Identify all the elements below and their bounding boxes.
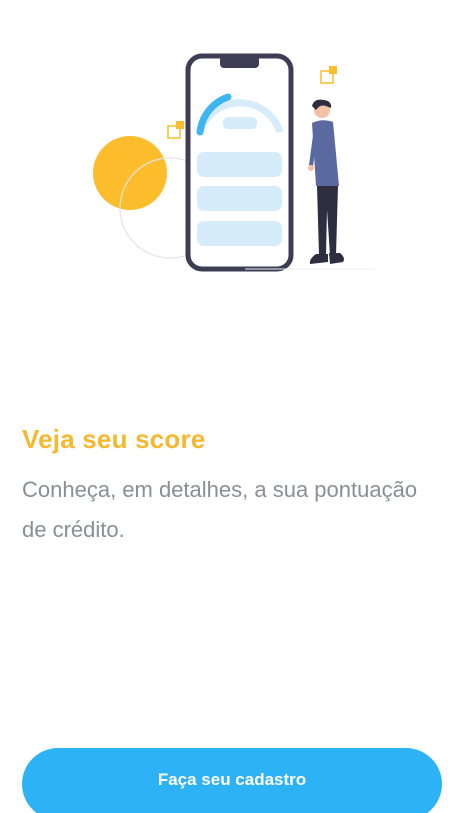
list-placeholder	[197, 221, 282, 246]
square-left-filled	[176, 121, 184, 129]
page-title: Veja seu score	[22, 424, 206, 454]
person-figure	[308, 99, 344, 264]
page-description: Conheça, em detalhes, a sua pontuação de…	[22, 477, 418, 542]
square-right-filled	[329, 66, 337, 74]
score-value-placeholder	[223, 117, 257, 129]
yellow-circle-shape	[93, 136, 167, 210]
list-placeholder	[197, 186, 282, 211]
signup-button[interactable]: Faça seu cadastro	[22, 748, 442, 813]
phone-score-illustration-icon	[93, 53, 375, 272]
onboarding-screen: Veja seu score Conheça, em detalhes, a s…	[0, 0, 474, 813]
list-placeholder	[197, 152, 282, 177]
phone-notch	[220, 56, 259, 68]
